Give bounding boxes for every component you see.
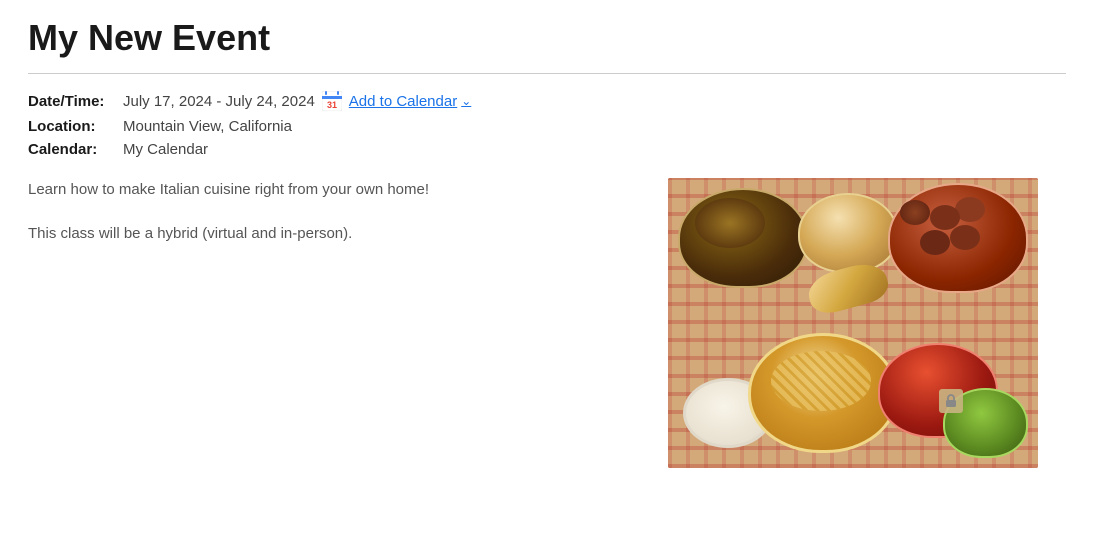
calendar-value: My Calendar: [123, 141, 208, 158]
food-bowl-2: [798, 193, 898, 273]
event-image: [668, 178, 1038, 468]
datetime-label: Date/Time:: [28, 93, 123, 110]
datetime-value: July 17, 2024 - July 24, 2024: [123, 93, 315, 110]
title-divider: [28, 73, 1066, 74]
svg-text:31: 31: [327, 100, 337, 110]
text-content: Learn how to make Italian cuisine right …: [28, 178, 628, 468]
location-row: Location: Mountain View, California: [28, 118, 1066, 135]
chevron-down-icon: ⌄: [461, 94, 471, 108]
food-bowl-main: [748, 333, 898, 453]
lock-icon: [939, 389, 963, 413]
page-title: My New Event: [28, 16, 1066, 59]
google-calendar-icon: 31: [321, 90, 343, 112]
location-value: Mountain View, California: [123, 118, 292, 135]
datetime-row: Date/Time: July 17, 2024 - July 24, 2024…: [28, 90, 1066, 112]
add-to-calendar-button[interactable]: Add to Calendar ⌄: [349, 93, 471, 110]
meta-section: Date/Time: July 17, 2024 - July 24, 2024…: [28, 90, 1066, 158]
food-bowl-1: [678, 188, 808, 288]
calendar-label: Calendar:: [28, 141, 123, 158]
content-section: Learn how to make Italian cuisine right …: [28, 178, 1066, 468]
food-bowl-3: [888, 183, 1028, 293]
calendar-row: Calendar: My Calendar: [28, 141, 1066, 158]
location-label: Location:: [28, 118, 123, 135]
description-para-1: Learn how to make Italian cuisine right …: [28, 178, 628, 202]
page-container: My New Event Date/Time: July 17, 2024 - …: [0, 0, 1094, 496]
description-para-2: This class will be a hybrid (virtual and…: [28, 222, 628, 246]
food-image-placeholder: [668, 178, 1038, 468]
food-bread: [804, 259, 892, 318]
add-to-calendar-label: Add to Calendar: [349, 93, 457, 110]
